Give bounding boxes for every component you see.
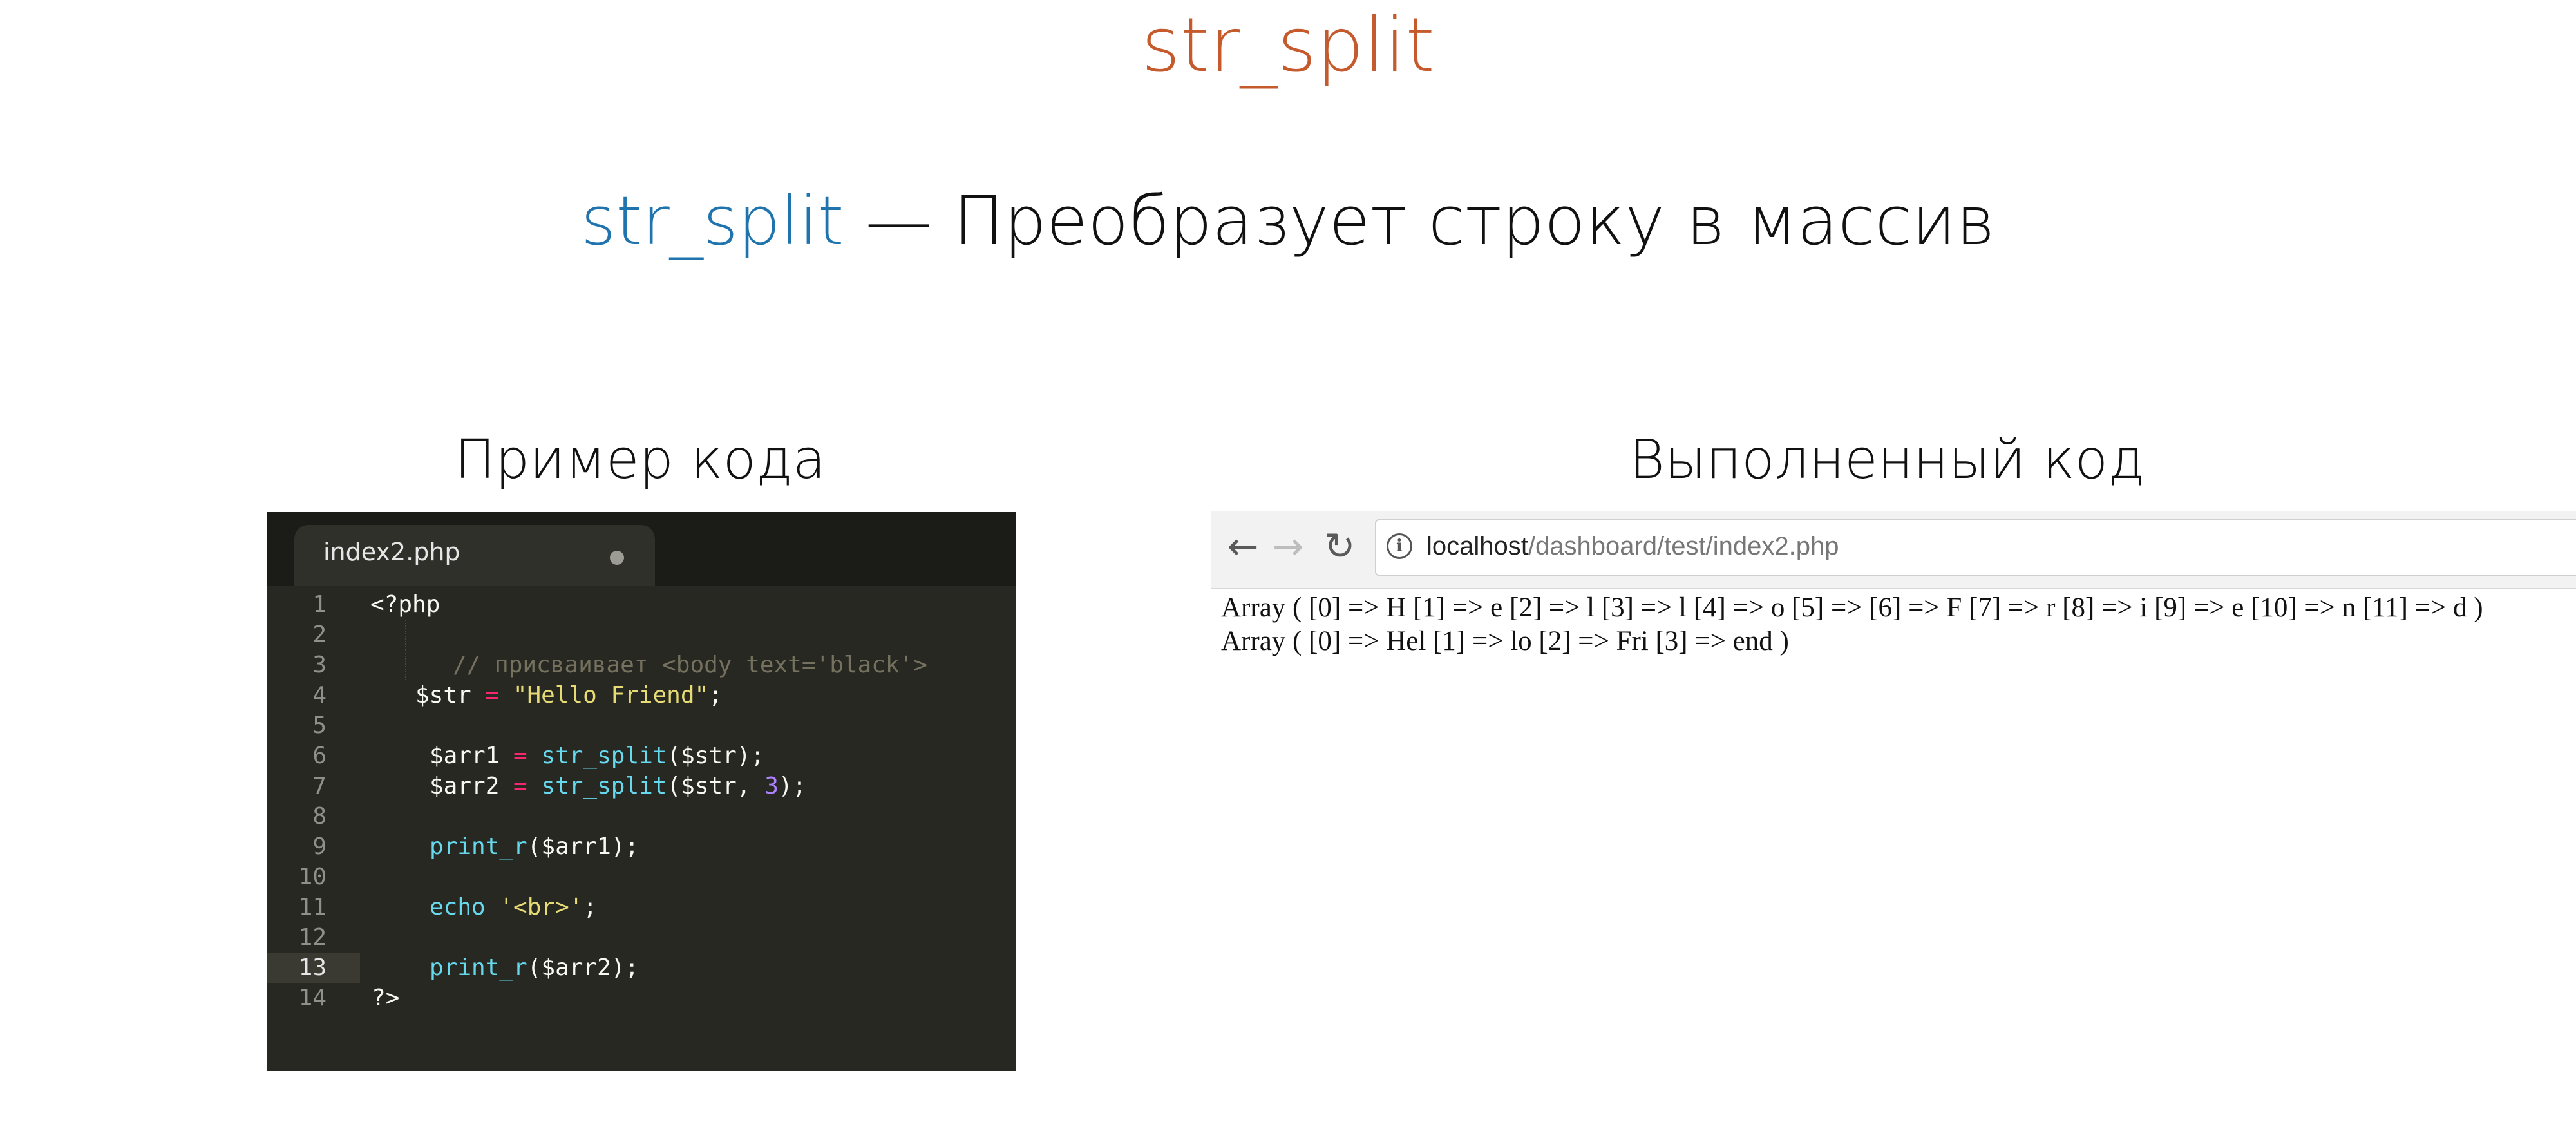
code-token: = (499, 773, 542, 799)
line-number: 12 (298, 924, 327, 951)
code-token: $str (415, 682, 471, 708)
code-token: print_r (430, 833, 527, 860)
indent-guide (405, 620, 406, 650)
line-number: 8 (312, 803, 327, 830)
code-line: 7 $arr2 = str_split($str, 3); (267, 771, 1016, 801)
output-line: Array ( [0] => H [1] => e [2] => l [3] =… (1221, 593, 2483, 623)
code-token: $arr1 (430, 743, 500, 769)
reload-icon[interactable]: ↻ (1317, 524, 1362, 569)
line-number: 9 (312, 833, 327, 860)
code-line: 6 $arr1 = str_split($str); (267, 741, 1016, 771)
line-number: 3 (312, 652, 327, 678)
code-token: ($arr1); (527, 833, 639, 860)
editor-tab-name: index2.php (323, 538, 460, 566)
code-token: ; (708, 682, 723, 708)
code-token: ($arr2); (527, 955, 639, 981)
code-token: 3 (764, 773, 779, 799)
code-token: str_split (541, 773, 667, 799)
code-token: print_r (430, 955, 527, 981)
line-number: 6 (312, 743, 327, 769)
line-number: 14 (298, 985, 327, 1011)
line-number: 4 (312, 682, 327, 708)
code-comment: // присваивает <body text='black'> (453, 652, 927, 678)
code-token: "Hello Friend" (513, 682, 709, 708)
code-line: 4 $str = "Hello Friend"; (267, 680, 1016, 710)
code-line-active: 13 print_r($arr2); (267, 953, 1016, 983)
page-output: Array ( [0] => H [1] => e [2] => l [3] =… (1221, 591, 2573, 658)
back-arrow-icon[interactable]: ← (1220, 524, 1265, 569)
indent-guide (405, 650, 406, 680)
code-token: <?php (370, 591, 440, 618)
code-line: 9 print_r($arr1); (267, 832, 1016, 862)
url-text[interactable]: localhost/dashboard/test/index2.php (1426, 532, 1839, 561)
caption-executed-code: Выполненный код (1629, 428, 2145, 491)
url-path: /dashboard/test/index2.php (1528, 532, 1839, 560)
line-number: 2 (312, 622, 327, 648)
code-token: = (471, 682, 513, 708)
code-token: ); (778, 773, 807, 799)
caption-code-example: Пример кода (454, 428, 826, 491)
code-token: echo (430, 894, 486, 920)
subtitle-description: — Преобразует строку в массив (844, 182, 1995, 260)
code-token: ($str, (667, 773, 765, 799)
address-bar[interactable]: i localhost/dashboard/test/index2.php (1375, 519, 2576, 576)
line-number: 11 (298, 894, 327, 920)
line-number: 13 (298, 955, 327, 981)
editor-tab[interactable]: index2.php (294, 525, 655, 586)
forward-arrow-icon[interactable]: → (1265, 524, 1311, 569)
code-token: = (499, 743, 542, 769)
code-token: str_split (541, 743, 667, 769)
code-line: 8 (267, 801, 1016, 832)
code-token: ; (583, 894, 598, 920)
code-line: 1 <?php (267, 589, 1016, 620)
unsaved-dot-icon[interactable] (610, 551, 624, 565)
browser-toolbar: ← → ↻ i localhost/dashboard/test/index2.… (1211, 511, 2576, 589)
code-line: 10 (267, 862, 1016, 892)
slide-title: str_split (1141, 2, 1435, 89)
info-icon[interactable]: i (1387, 533, 1412, 559)
line-number: 10 (298, 864, 327, 890)
code-area[interactable]: 1 <?php 2 3 // присваивает <body text='bla… (267, 589, 1016, 1013)
output-line: Array ( [0] => Hel [1] => lo [2] => Fri … (1221, 626, 1789, 656)
slide-subtitle: str_split — Преобразует строку в массив (0, 182, 2576, 260)
editor-tab-bar: index2.php (267, 512, 1016, 586)
line-number: 1 (312, 591, 327, 618)
code-line: 12 (267, 922, 1016, 953)
code-line: 5 (267, 710, 1016, 741)
url-host: localhost (1426, 532, 1528, 560)
code-token: ?> (372, 985, 400, 1011)
code-token: '<br>' (485, 894, 583, 920)
code-token: $arr2 (430, 773, 500, 799)
code-line: 2 (267, 620, 1016, 650)
line-number: 5 (312, 712, 327, 739)
subtitle-function-name: str_split (581, 182, 844, 260)
code-editor: index2.php 1 <?php 2 3 // присваивает <bod… (267, 512, 1016, 1071)
code-line: 3 // присваивает <body text='black'> (267, 650, 1016, 680)
code-line: 14 ?> (267, 983, 1016, 1013)
code-line: 11 echo '<br>'; (267, 892, 1016, 922)
code-token: ($str); (667, 743, 765, 769)
line-number: 7 (312, 773, 327, 799)
